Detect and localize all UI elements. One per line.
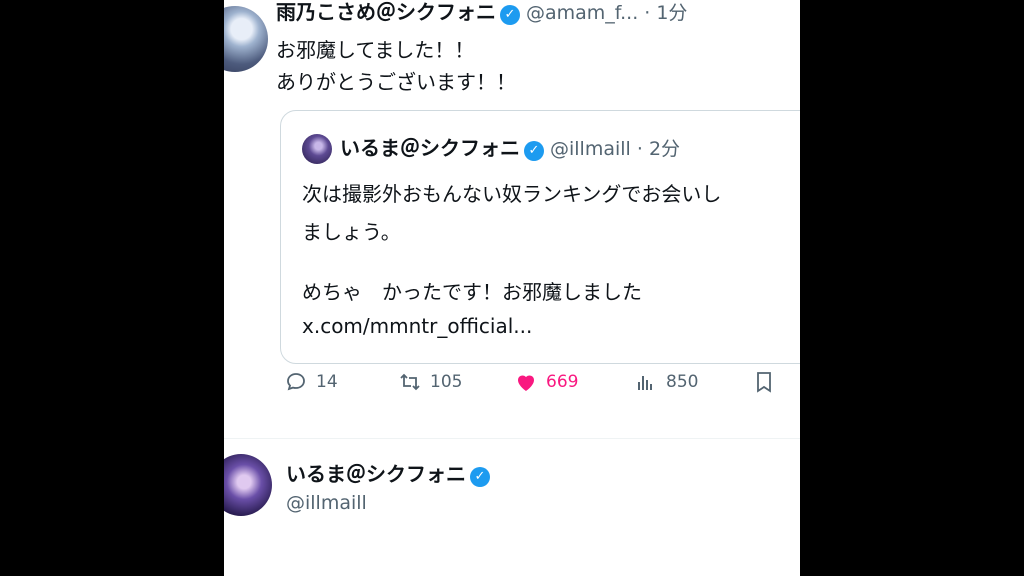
- quote-link[interactable]: x.com/mmntr_official...: [302, 314, 532, 338]
- bookmark-icon: [757, 372, 771, 393]
- like-count: 669: [546, 372, 579, 392]
- quote-header: いるま＠シクフォニ ✓ @illmaill · 2分: [340, 132, 680, 161]
- avatar[interactable]: [302, 134, 332, 164]
- action-bar: 14 105 669 850: [284, 370, 784, 406]
- like-icon: [518, 375, 534, 391]
- post-text-line: お邪魔してました！！: [276, 38, 475, 62]
- views-button[interactable]: 850: [634, 370, 698, 394]
- quote-author-name: いるま＠シクフォニ: [340, 136, 520, 160]
- verified-icon: ✓: [500, 4, 520, 25]
- author-handle[interactable]: @amam_f... · 1分: [526, 2, 687, 24]
- verified-icon: ✓: [524, 140, 544, 161]
- avatar[interactable]: [224, 454, 272, 516]
- bookmark-button[interactable]: [752, 370, 776, 394]
- post-header: 雨乃こさめ＠シクフォニ ✓ @amam_f... · 1分: [276, 0, 687, 25]
- reply-button[interactable]: 14: [284, 370, 338, 394]
- like-button[interactable]: 669: [514, 370, 578, 394]
- avatar[interactable]: [224, 6, 268, 72]
- quote-text-line: ましょう。: [302, 220, 401, 244]
- timeline-panel: 雨乃こさめ＠シクフォニ ✓ @amam_f... · 1分 お邪魔してました！！ あ…: [224, 0, 800, 576]
- quote-text-line: めちゃ かったです！お邪魔しました: [302, 280, 642, 304]
- views-icon: [638, 376, 652, 390]
- author-name[interactable]: 雨乃こさめ＠シクフォニ: [276, 0, 496, 24]
- repost-button[interactable]: 105: [398, 370, 462, 394]
- quote-author-handle: @illmaill · 2分: [550, 138, 681, 160]
- reply-count: 14: [316, 372, 338, 392]
- views-count: 850: [666, 372, 699, 392]
- reply-header: いるま＠シクフォニ ✓: [286, 458, 496, 487]
- verified-icon: ✓: [470, 466, 490, 487]
- reply-icon: [287, 373, 305, 391]
- repost-count: 105: [430, 372, 463, 392]
- repost-icon: [400, 373, 420, 391]
- reply-author-handle[interactable]: @illmaill: [286, 492, 367, 514]
- post-text-line: ありがとうございます！！: [276, 70, 516, 94]
- reply-author-name[interactable]: いるま＠シクフォニ: [286, 462, 466, 486]
- divider: [224, 438, 800, 439]
- quote-text-line: 次は撮影外おもんない奴ランキングでお会いし: [302, 182, 722, 206]
